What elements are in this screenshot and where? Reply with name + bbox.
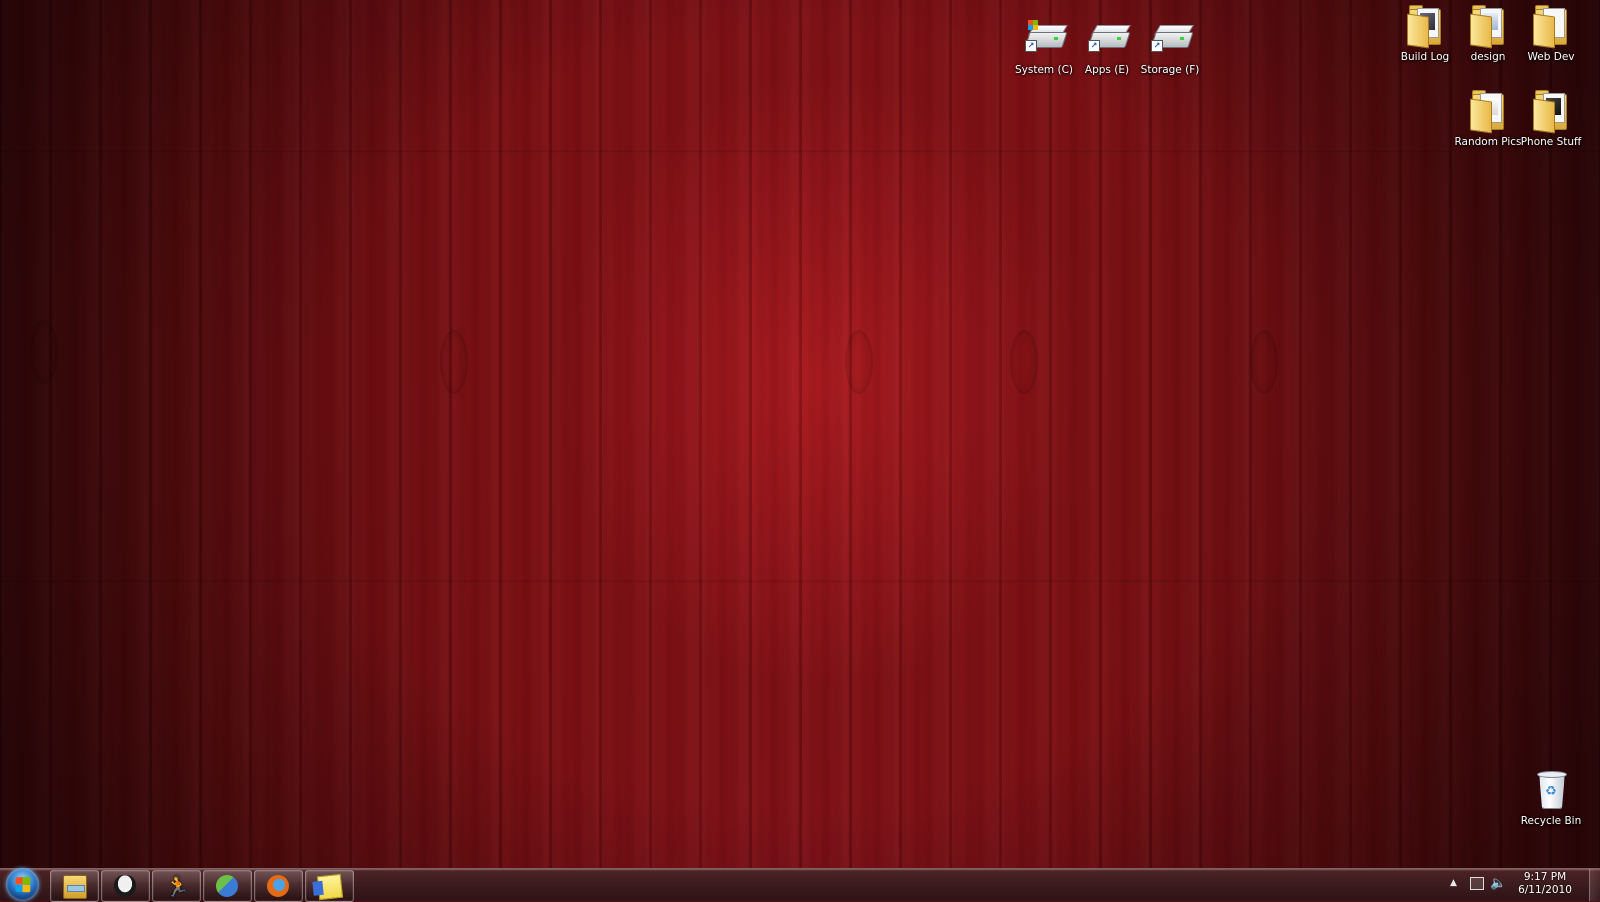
network-icon[interactable] <box>1470 877 1484 890</box>
desktop-wallpaper: ↗ System (C) ↗ Apps (E) ↗ Storage (F) Bu… <box>0 0 1600 868</box>
windows-live-messenger-icon <box>216 875 238 897</box>
taskbar-button-messenger[interactable] <box>203 870 252 902</box>
recycle-bin-icon: ♻ <box>1531 769 1571 809</box>
clock-date: 6/11/2010 <box>1518 884 1572 896</box>
windows-explorer-icon <box>63 875 87 899</box>
taskbar: 🏃 ▲ 🔈 9:17 PM 6/11/2010 <box>0 868 1600 902</box>
folder-icon <box>1531 90 1571 134</box>
taskbar-button-aim[interactable]: 🏃 <box>152 870 201 902</box>
taskbar-button-explorer[interactable] <box>50 870 99 902</box>
wallpaper-vignette <box>0 0 1600 868</box>
sticky-notes-icon <box>316 873 344 901</box>
firefox-icon <box>267 875 289 897</box>
system-clock[interactable]: 9:17 PM 6/11/2010 <box>1508 871 1582 897</box>
desktop-icon-phone-stuff[interactable]: Phone Stuff <box>1521 90 1581 148</box>
taskbar-button-firefox[interactable] <box>254 870 303 902</box>
folder-icon <box>1531 5 1571 49</box>
desktop-icon-storage-f[interactable]: ↗ Storage (F) <box>1140 18 1200 76</box>
windows-flag-icon <box>15 876 31 893</box>
folder-icon <box>1468 90 1508 134</box>
desktop-icon-label: Web Dev <box>1527 51 1575 63</box>
drive-icon: ↗ <box>1087 18 1131 58</box>
desktop-icon-web-dev[interactable]: Web Dev <box>1521 5 1581 63</box>
show-desktop-button[interactable] <box>1589 869 1600 901</box>
alienware-alien-icon <box>114 875 136 897</box>
folder-icon <box>1468 5 1508 49</box>
desktop-icon-recycle-bin[interactable]: ♻ Recycle Bin <box>1521 769 1581 827</box>
desktop-icon-label: Recycle Bin <box>1520 815 1582 827</box>
volume-icon[interactable]: 🔈 <box>1490 876 1506 891</box>
desktop-icon-label: Phone Stuff <box>1520 136 1582 148</box>
aim-running-man-icon: 🏃 <box>165 874 190 898</box>
clock-time: 9:17 PM <box>1523 871 1567 883</box>
windows-start-orb-icon[interactable] <box>6 868 39 901</box>
taskbar-button-sticky-notes[interactable] <box>305 870 354 902</box>
notification-area: ▲ 🔈 9:17 PM 6/11/2010 <box>1440 869 1600 901</box>
show-hidden-icons-chevron-icon[interactable]: ▲ <box>1450 878 1457 888</box>
drive-system-icon: ↗ <box>1024 18 1068 58</box>
folder-icon <box>1405 5 1445 49</box>
desktop-icon-label: Storage (F) <box>1140 64 1200 76</box>
drive-icon: ↗ <box>1150 18 1194 58</box>
taskbar-button-alienware[interactable] <box>101 870 150 902</box>
